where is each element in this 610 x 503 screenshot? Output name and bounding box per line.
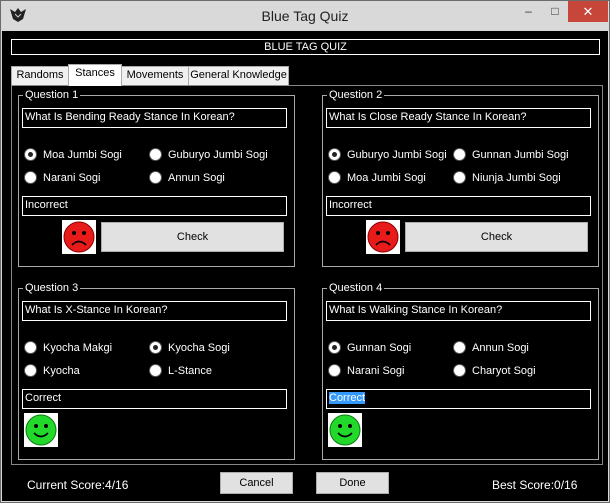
- question-1-group: Question 1 What Is Bending Ready Stance …: [18, 88, 295, 267]
- option-label: Kyocha Sogi: [168, 342, 230, 354]
- radio-selected-icon: [328, 341, 341, 354]
- option-label: Moa Jumbi Sogi: [43, 149, 122, 161]
- radio-icon: [149, 171, 162, 184]
- question-4-text[interactable]: What Is Walking Stance In Korean?: [326, 301, 591, 321]
- option-label: L-Stance: [168, 365, 213, 377]
- happy-face-icon: [24, 413, 58, 447]
- quiz-header: BLUE TAG QUIZ: [11, 39, 600, 55]
- tab-randoms[interactable]: Randoms: [11, 66, 69, 85]
- tab-stances[interactable]: Stances: [68, 64, 122, 86]
- best-score: Best Score:0/16: [492, 478, 578, 492]
- radio-icon: [24, 364, 37, 377]
- question-2-check-button[interactable]: Check: [405, 222, 588, 252]
- question-2-result[interactable]: Incorrect: [326, 196, 591, 216]
- question-3-text[interactable]: What Is X-Stance In Korean?: [22, 301, 287, 321]
- sad-face-icon: [62, 220, 96, 254]
- close-button[interactable]: ✕: [568, 1, 608, 22]
- radio-icon: [24, 171, 37, 184]
- radio-icon: [149, 364, 162, 377]
- tab-movements[interactable]: Movements: [121, 66, 189, 85]
- option-label: Gunnan Sogi: [347, 342, 412, 354]
- question-4-result[interactable]: Correct: [326, 389, 591, 409]
- radio-icon: [149, 148, 162, 161]
- tab-page-stances: Question 1 What Is Bending Ready Stance …: [11, 85, 603, 465]
- selected-text: Correct: [329, 392, 366, 404]
- option-label: Moa Jumbi Sogi: [347, 172, 426, 184]
- maximize-button[interactable]: □: [542, 1, 568, 22]
- cancel-button[interactable]: Cancel: [220, 472, 293, 494]
- radio-icon: [24, 341, 37, 354]
- happy-face-icon: [328, 413, 362, 447]
- question-2-label: Question 2: [327, 88, 385, 102]
- question-3-group: Question 3 What Is X-Stance In Korean? K…: [18, 281, 295, 460]
- option-label: Gunnan Jumbi Sogi: [472, 149, 569, 161]
- done-button[interactable]: Done: [316, 472, 389, 494]
- client-area: BLUE TAG QUIZ Randoms Stances Movements …: [2, 31, 608, 501]
- radio-selected-icon: [328, 148, 341, 161]
- question-4-group: Question 4 What Is Walking Stance In Kor…: [322, 281, 599, 460]
- option-label: Narani Sogi: [347, 365, 405, 377]
- question-1-label: Question 1: [23, 88, 81, 102]
- radio-icon: [453, 341, 466, 354]
- option-label: Charyot Sogi: [472, 365, 536, 377]
- option-label: Kyocha Makgi: [43, 342, 113, 354]
- option-label: Annun Sogi: [472, 342, 529, 354]
- option-label: Annun Sogi: [168, 172, 225, 184]
- radio-selected-icon: [149, 341, 162, 354]
- option-label: Guburyo Jumbi Sogi: [347, 149, 447, 161]
- question-2-group: Question 2 What Is Close Ready Stance In…: [322, 88, 599, 267]
- option-label: Niunja Jumbi Sogi: [472, 172, 561, 184]
- radio-icon: [453, 148, 466, 161]
- radio-icon: [328, 171, 341, 184]
- tab-general-knowledge[interactable]: General Knowledge: [188, 66, 289, 85]
- title-bar[interactable]: Blue Tag Quiz – □ ✕: [1, 1, 609, 31]
- question-1-check-button[interactable]: Check: [101, 222, 284, 252]
- option-label: Guburyo Jumbi Sogi: [168, 149, 268, 161]
- option-label: Kyocha: [43, 365, 80, 377]
- option-label: Narani Sogi: [43, 172, 101, 184]
- question-3-label: Question 3: [23, 281, 81, 295]
- question-3-result[interactable]: Correct: [22, 389, 287, 409]
- question-4-label: Question 4: [327, 281, 385, 295]
- question-1-result[interactable]: Incorrect: [22, 196, 287, 216]
- radio-selected-icon: [24, 148, 37, 161]
- sad-face-icon: [366, 220, 400, 254]
- question-1-text[interactable]: What Is Bending Ready Stance In Korean?: [22, 108, 287, 128]
- radio-icon: [453, 171, 466, 184]
- current-score: Current Score:4/16: [27, 478, 129, 492]
- question-2-text[interactable]: What Is Close Ready Stance In Korean?: [326, 108, 591, 128]
- app-window: Blue Tag Quiz – □ ✕ BLUE TAG QUIZ Random…: [0, 0, 610, 503]
- radio-icon: [328, 364, 341, 377]
- minimize-button[interactable]: –: [515, 1, 542, 22]
- radio-icon: [453, 364, 466, 377]
